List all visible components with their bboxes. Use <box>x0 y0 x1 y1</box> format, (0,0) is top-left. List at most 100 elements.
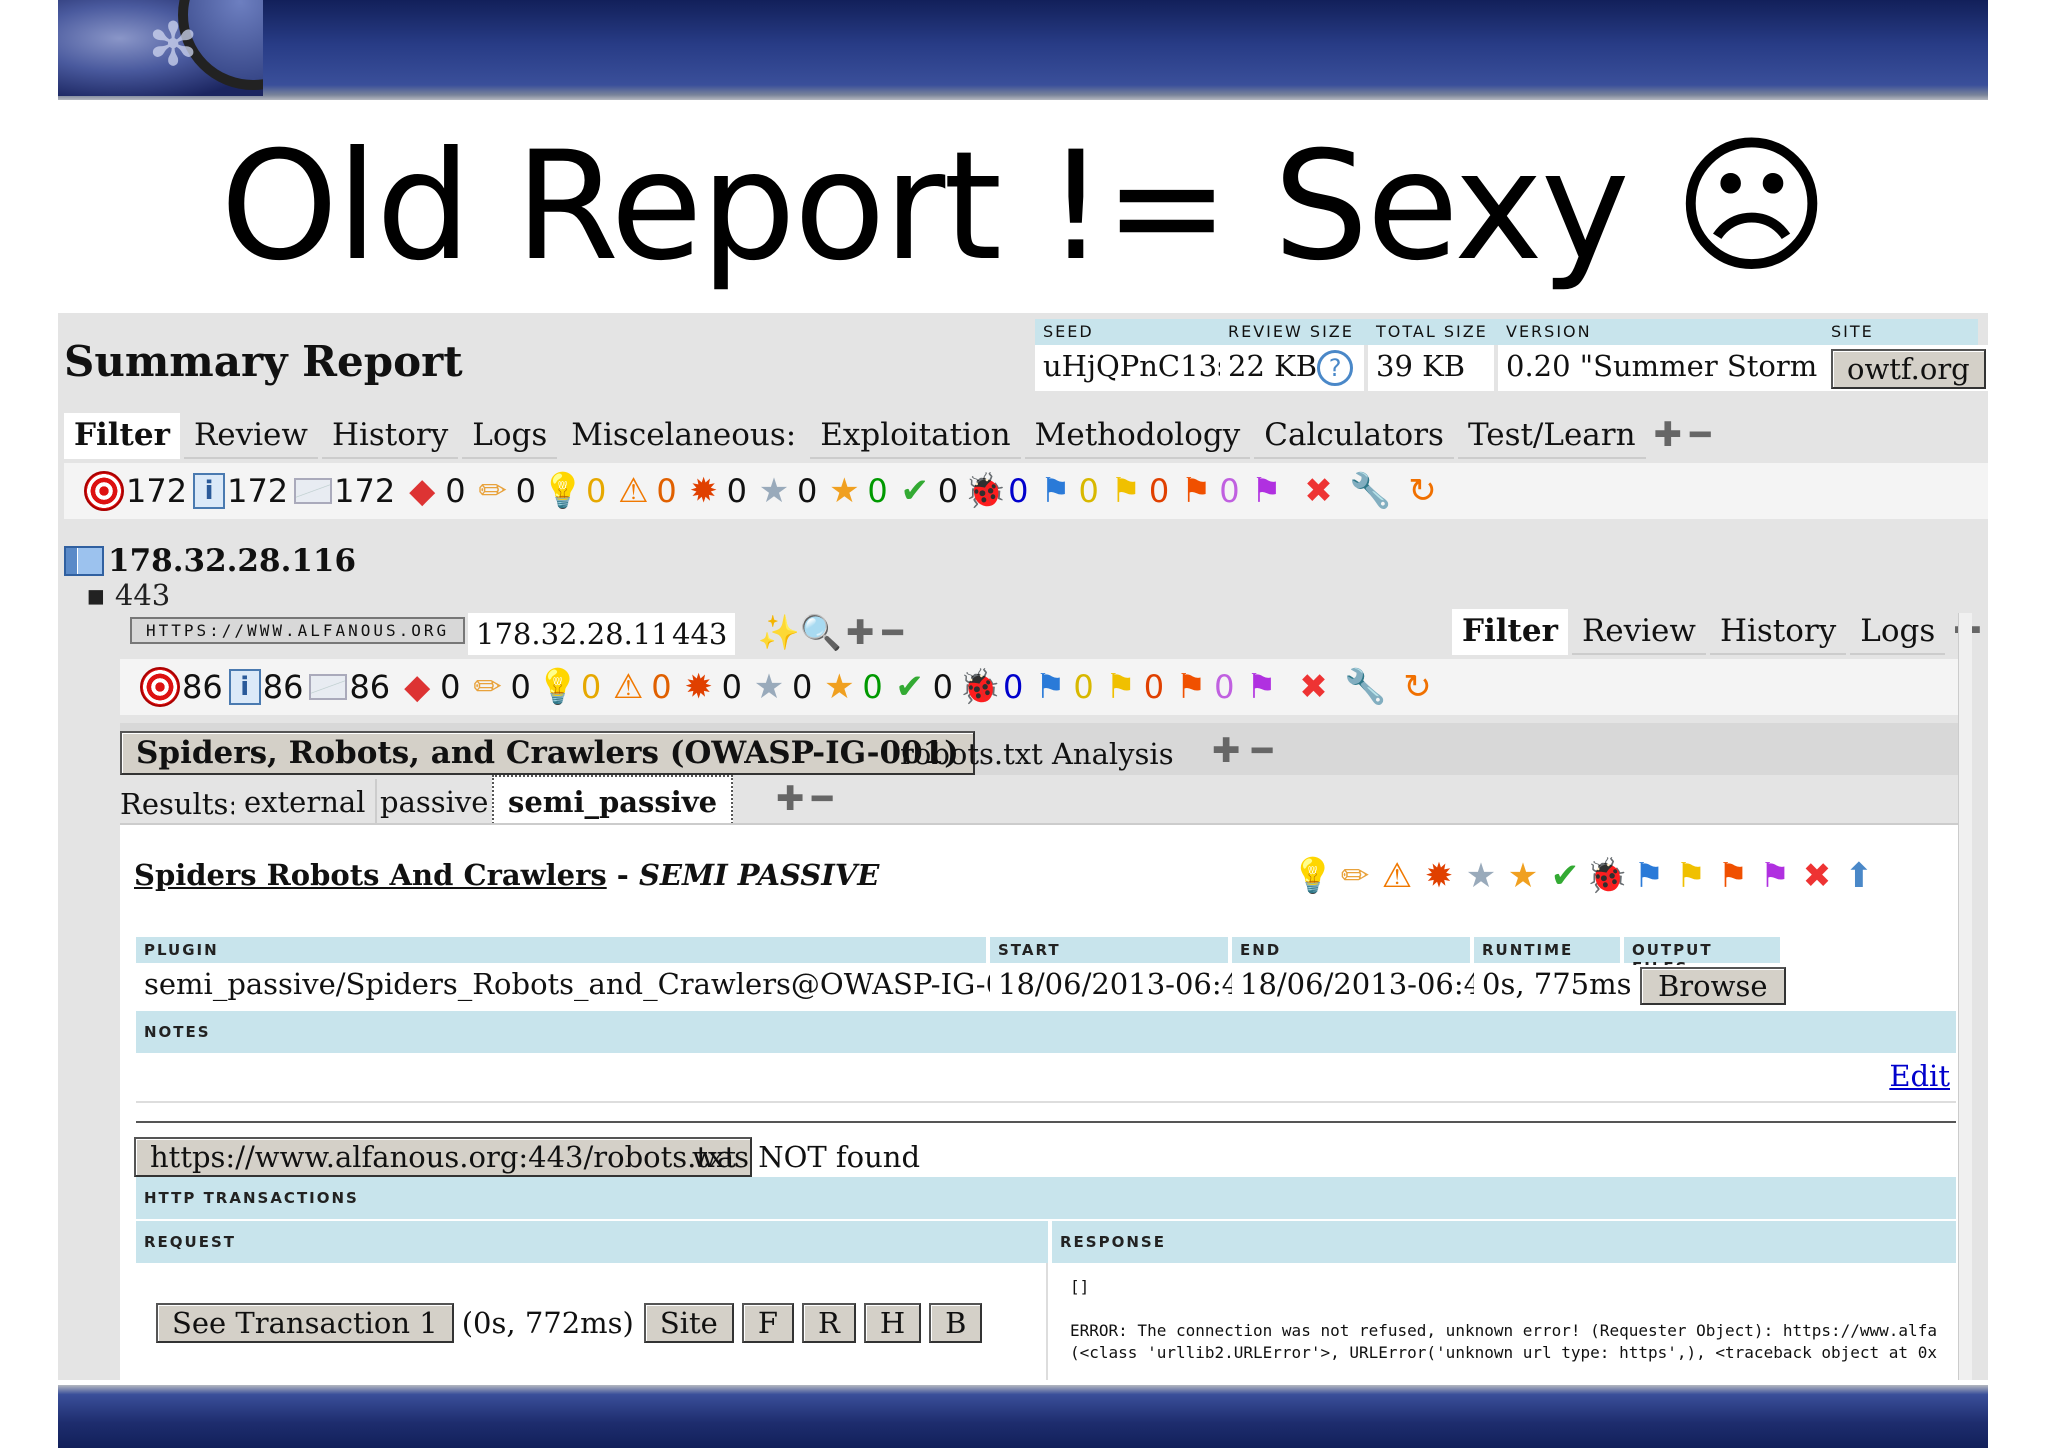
check-icon[interactable]: ✔ <box>1544 855 1586 897</box>
star-half-icon[interactable]: ★ <box>818 666 860 708</box>
flag-yellow-icon[interactable]: ⚑ <box>1105 470 1147 512</box>
robots-url-button[interactable]: https://www.alfanous.org:443/robots.txt <box>134 1137 753 1177</box>
tab-history[interactable]: History <box>1709 609 1847 655</box>
collapse-icon[interactable]: ━ <box>879 611 907 655</box>
meta-value: 39 KB <box>1368 345 1498 391</box>
expand-icon[interactable]: ✚ <box>1208 729 1245 773</box>
target-icon[interactable] <box>84 471 124 511</box>
tab-test-learn[interactable]: Test/Learn <box>1457 413 1646 459</box>
lightbulb-icon[interactable]: 💡 <box>1292 855 1334 897</box>
star-empty-icon[interactable]: ★ <box>1460 855 1502 897</box>
response-header: RESPONSE <box>1052 1221 1956 1263</box>
tab-logs[interactable]: Logs <box>1850 609 1946 655</box>
flag-purple-icon[interactable]: ⚑ <box>1246 470 1288 512</box>
wrench-icon[interactable]: 🔧 <box>1349 470 1391 512</box>
flag-yellow-icon[interactable]: ⚑ <box>1100 666 1142 708</box>
collapse-icon[interactable]: ━ <box>1986 609 1988 655</box>
tab-passive[interactable]: passive <box>370 779 501 825</box>
arrow-up-icon[interactable]: ⬆ <box>1838 855 1880 897</box>
alert-burst-icon[interactable]: ✹ <box>1418 855 1460 897</box>
star-half-icon[interactable]: ★ <box>823 470 865 512</box>
edit-notes-link[interactable]: Edit <box>1889 1059 1950 1093</box>
host-badge[interactable]: HTTPS://WWW.ALFANOUS.ORG <box>130 617 466 644</box>
mail-icon[interactable] <box>294 478 333 504</box>
browse-button[interactable]: Browse <box>1640 967 1786 1005</box>
b-button[interactable]: B <box>929 1303 983 1343</box>
alert-burst-icon[interactable]: ✹ <box>683 470 725 512</box>
tab-calculators[interactable]: Calculators <box>1254 413 1454 459</box>
flag-purple-icon[interactable]: ⚑ <box>1754 855 1796 897</box>
star-half-icon[interactable]: ★ <box>1502 855 1544 897</box>
star-empty-icon[interactable]: ★ <box>753 470 795 512</box>
expand-icon[interactable]: ✚ <box>842 611 879 655</box>
tab-robots-analysis[interactable]: robots.txt Analysis <box>900 737 1174 771</box>
flag-purple-icon[interactable]: ⚑ <box>1240 666 1282 708</box>
clear-filter-icon[interactable]: ✖ <box>1298 470 1340 512</box>
scrollbar[interactable] <box>1958 613 1972 1380</box>
warning-icon[interactable]: ⚠ <box>1376 855 1418 897</box>
f-button[interactable]: F <box>741 1303 794 1343</box>
wrench-icon[interactable]: 🔧 <box>1344 666 1386 708</box>
collapse-icon[interactable]: ━ <box>808 777 836 821</box>
clear-filter-icon[interactable]: ✖ <box>1292 666 1334 708</box>
tab-filter[interactable]: Filter <box>64 413 180 459</box>
plugin-title-link[interactable]: Spiders Robots And Crawlers <box>134 858 607 892</box>
tab-review[interactable]: Review <box>1571 609 1706 655</box>
site-button[interactable]: owtf.org <box>1831 349 1986 389</box>
tab-semi-passive[interactable]: semi_passive <box>492 775 734 827</box>
info-icon[interactable]: i <box>193 473 226 509</box>
target-ip[interactable]: 178.32.28.116 <box>64 543 356 579</box>
meta-label: TOTAL SIZE <box>1368 319 1498 345</box>
bug-icon[interactable]: 🐞 <box>1586 855 1628 897</box>
star-empty-icon[interactable]: ★ <box>748 666 790 708</box>
response-line: ERROR: The connection was not refused, u… <box>1070 1321 1937 1340</box>
flag-orange-icon[interactable]: ⚑ <box>1175 470 1217 512</box>
help-icon[interactable]: ? <box>1317 350 1354 386</box>
see-transaction-button[interactable]: See Transaction 1 <box>156 1303 454 1343</box>
flag-blue-icon[interactable]: ⚑ <box>1034 470 1076 512</box>
search-icon[interactable]: 🔍 <box>800 612 842 654</box>
r-button[interactable]: R <box>801 1303 856 1343</box>
eraser-icon[interactable]: ◆ <box>396 666 438 708</box>
expand-icon[interactable]: ✚ <box>1650 413 1687 459</box>
collapse-icon[interactable]: ━ <box>1686 413 1714 459</box>
magic-wand-icon[interactable]: ✨ <box>758 612 800 654</box>
bug-icon[interactable]: 🐞 <box>964 470 1006 512</box>
tab-spiders-robots-crawlers[interactable]: Spiders, Robots, and Crawlers (OWASP-IG-… <box>120 731 975 775</box>
site-button[interactable]: Site <box>643 1303 734 1343</box>
bug-icon[interactable]: 🐞 <box>959 666 1001 708</box>
tab-history[interactable]: History <box>321 413 459 459</box>
tab-logs[interactable]: Logs <box>462 413 558 459</box>
tab-exploitation[interactable]: Exploitation <box>810 413 1021 459</box>
check-icon[interactable]: ✔ <box>894 470 936 512</box>
eraser-icon[interactable]: ◆ <box>401 470 443 512</box>
tab-filter[interactable]: Filter <box>1452 609 1568 655</box>
target-icon[interactable] <box>140 667 180 707</box>
refresh-icon[interactable]: ↻ <box>1402 470 1444 512</box>
flag-orange-icon[interactable]: ⚑ <box>1170 666 1212 708</box>
warning-icon[interactable]: ⚠ <box>612 470 654 512</box>
h-button[interactable]: H <box>863 1303 922 1343</box>
lightbulb-icon[interactable]: 💡 <box>542 470 584 512</box>
pencil-icon[interactable]: ✏ <box>1334 855 1376 897</box>
info-icon[interactable]: i <box>228 669 261 705</box>
warning-icon[interactable]: ⚠ <box>607 666 649 708</box>
check-icon[interactable]: ✔ <box>889 666 931 708</box>
tab-methodology[interactable]: Methodology <box>1024 413 1251 459</box>
flag-blue-icon[interactable]: ⚑ <box>1029 666 1071 708</box>
delete-icon[interactable]: ✖ <box>1796 855 1838 897</box>
lightbulb-icon[interactable]: 💡 <box>537 666 579 708</box>
alert-burst-icon[interactable]: ✹ <box>678 666 720 708</box>
expand-icon[interactable]: ✚ <box>772 777 809 821</box>
tab-review[interactable]: Review <box>183 413 318 459</box>
pencil-icon[interactable]: ✏ <box>472 470 514 512</box>
tab-external[interactable]: external <box>234 779 378 825</box>
refresh-icon[interactable]: ↻ <box>1396 666 1438 708</box>
collapse-icon[interactable]: ━ <box>1248 729 1276 773</box>
target-port[interactable]: ▪ 443 <box>86 578 170 612</box>
flag-yellow-icon[interactable]: ⚑ <box>1670 855 1712 897</box>
pencil-icon[interactable]: ✏ <box>467 666 509 708</box>
mail-icon[interactable] <box>309 674 348 700</box>
flag-orange-icon[interactable]: ⚑ <box>1712 855 1754 897</box>
flag-blue-icon[interactable]: ⚑ <box>1628 855 1670 897</box>
